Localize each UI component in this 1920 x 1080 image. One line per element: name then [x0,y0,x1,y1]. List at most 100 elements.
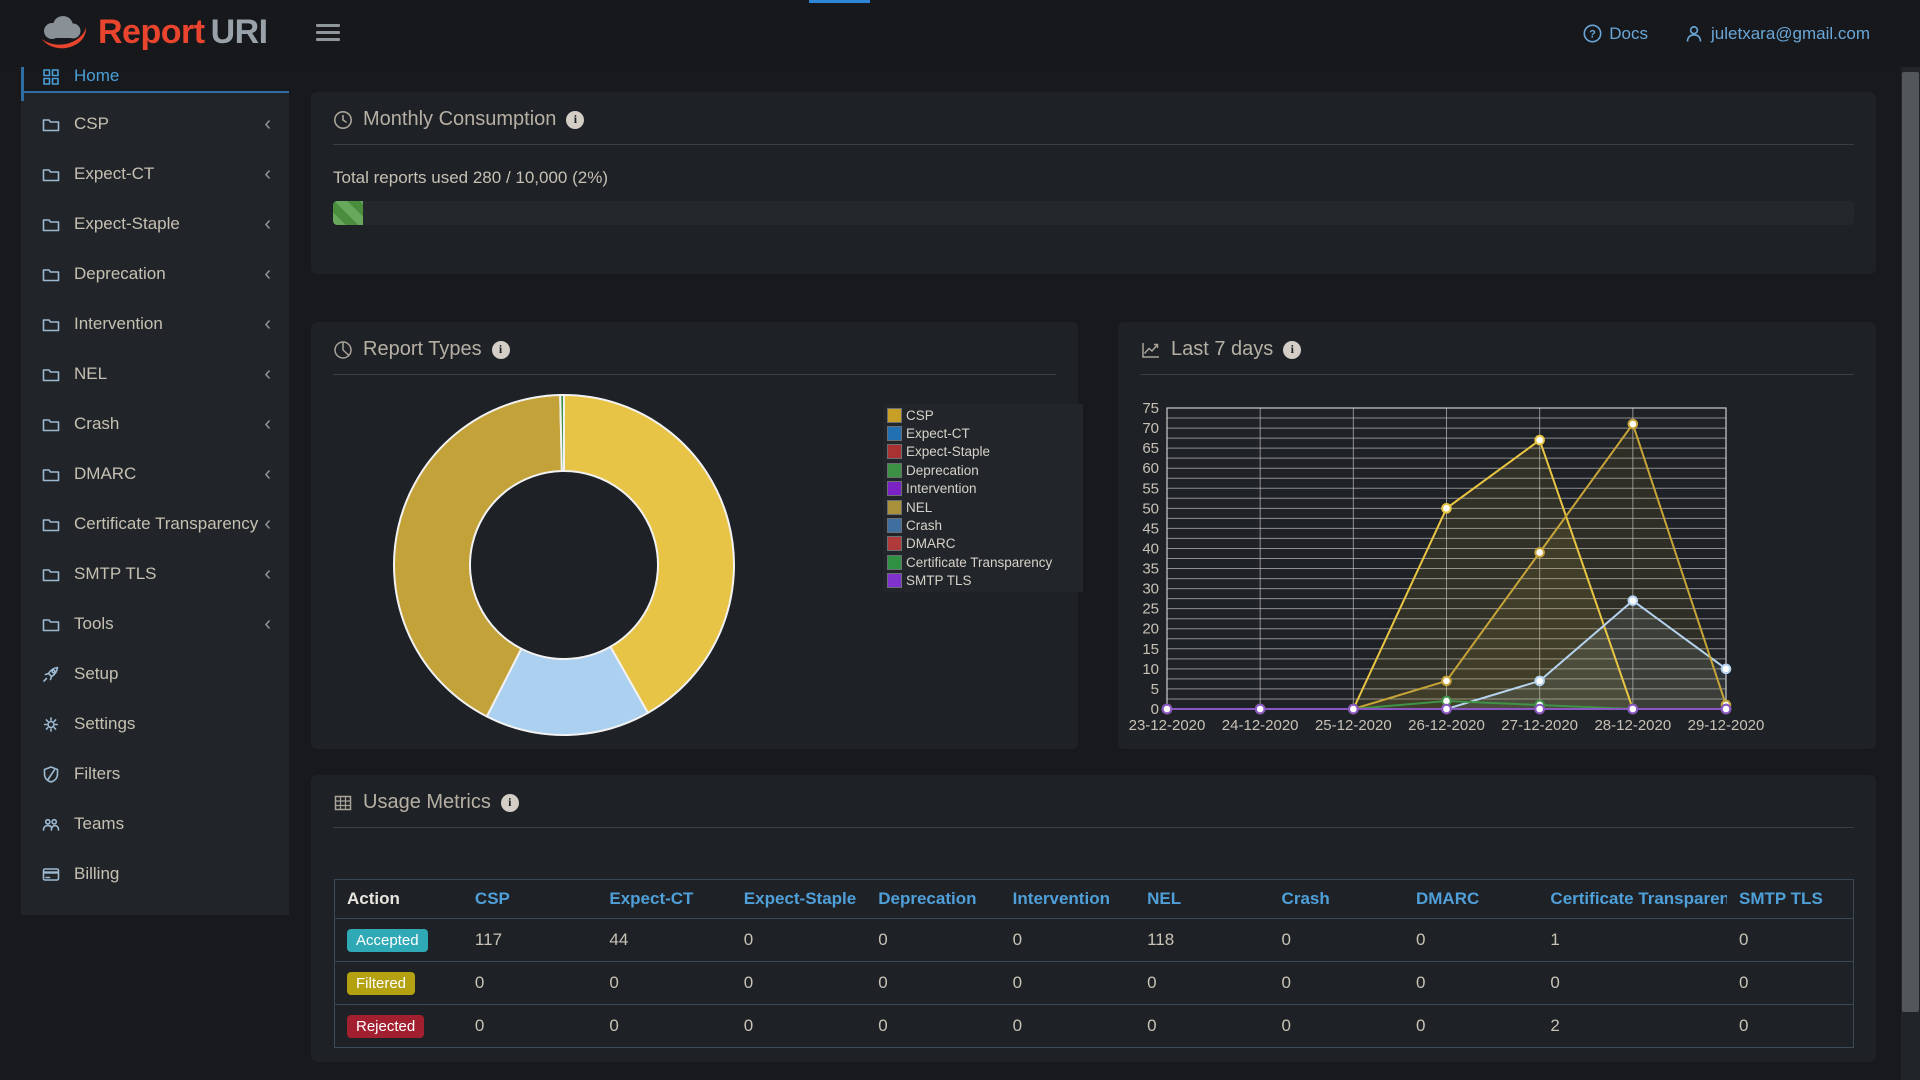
scrollbar-thumb[interactable] [1902,72,1919,1012]
legend-item-expect-ct[interactable]: Expect-CT [887,424,1083,442]
info-icon[interactable]: i [566,111,584,129]
metric-value: 0 [866,1005,1000,1048]
metric-value: 0 [866,962,1000,1005]
table-row-rejected: Rejected0000000020 [335,1005,1854,1048]
sidebar-item-teams[interactable]: Teams [21,799,289,849]
usage-progress-bar [333,201,1854,225]
legend-item-intervention[interactable]: Intervention [887,480,1083,498]
table-row-filtered: Filtered0000000000 [335,962,1854,1005]
active-item-accent [21,67,24,101]
person-icon [1684,24,1704,44]
legend-item-expect-staple[interactable]: Expect-Staple [887,443,1083,461]
report-uri-logo[interactable]: ReportURI [38,13,268,52]
column-header-action[interactable]: Action [335,880,463,919]
sidebar-item-smtp-tls[interactable]: SMTP TLS‹ [21,549,289,599]
sidebar-item-intervention[interactable]: Intervention‹ [21,299,289,349]
sidebar-item-home[interactable]: Home [21,67,289,93]
column-header-nel[interactable]: NEL [1135,880,1269,919]
column-header-expect-staple[interactable]: Expect-Staple [732,880,866,919]
usage-summary-text: Total reports used 280 / 10,000 (2%) [311,145,1876,188]
chevron-left-icon: ‹ [264,364,289,384]
table-header-row: ActionCSPExpect-CTExpect-StapleDeprecati… [335,880,1854,919]
sidebar-item-billing[interactable]: Billing [21,849,289,899]
svg-text:65: 65 [1142,440,1159,457]
grid-icon [41,67,61,86]
metric-value: 0 [1727,919,1853,962]
data-point-nel [1442,677,1451,686]
rocket-icon [41,665,61,684]
info-icon[interactable]: i [1283,341,1301,359]
sidebar-item-label: Billing [74,864,119,884]
sidebar-item-expect-staple[interactable]: Expect-Staple‹ [21,199,289,249]
sidebar-item-deprecation[interactable]: Deprecation‹ [21,249,289,299]
legend-label: CSP [906,408,934,423]
folder-icon [41,565,61,584]
usage-metrics-header: Usage Metrics i [311,775,1876,814]
metric-value: 2 [1538,1005,1727,1048]
sidebar-item-dmarc[interactable]: DMARC‹ [21,449,289,499]
sidebar-item-settings[interactable]: Settings [21,699,289,749]
sidebar-item-csp[interactable]: CSP‹ [21,99,289,149]
column-header-expect-ct[interactable]: Expect-CT [597,880,731,919]
column-header-intervention[interactable]: Intervention [1001,880,1135,919]
sidebar-item-label: Crash [74,414,119,434]
column-header-csp[interactable]: CSP [463,880,597,919]
column-header-crash[interactable]: Crash [1270,880,1404,919]
metric-value: 0 [1727,1005,1853,1048]
docs-link[interactable]: ? Docs [1583,24,1648,44]
divider [333,374,1056,375]
column-header-deprecation[interactable]: Deprecation [866,880,1000,919]
metric-value: 0 [1135,962,1269,1005]
sidebar-item-label: Deprecation [74,264,166,284]
data-point-nel [1629,420,1638,429]
metric-value: 0 [597,1005,731,1048]
users-icon [41,815,61,834]
sidebar-item-crash[interactable]: Crash‹ [21,399,289,449]
sidebar-item-label: Certificate Transparency [74,514,258,534]
accepted-badge: Accepted [347,929,428,952]
svg-text:40: 40 [1142,540,1159,557]
sidebar-item-certificate-transparency[interactable]: Certificate Transparency‹ [21,499,289,549]
sidebar-item-nel[interactable]: NEL ‹ [21,349,289,399]
legend-swatch [887,481,902,496]
legend-item-deprecation[interactable]: Deprecation [887,461,1083,479]
legend-swatch [887,518,902,533]
sidebar-item-tools[interactable]: Tools‹ [21,599,289,649]
svg-text:45: 45 [1142,520,1159,537]
svg-text:70: 70 [1142,420,1159,437]
gear-icon [41,715,61,734]
sidebar-item-expect-ct[interactable]: Expect-CT‹ [21,149,289,199]
svg-text:15: 15 [1142,641,1159,658]
divider [333,827,1854,828]
chevron-left-icon: ‹ [264,164,289,184]
hamburger-menu-button[interactable] [316,24,340,45]
sidebar-item-setup[interactable]: Setup [21,649,289,699]
user-account-menu[interactable]: juletxara@gmail.com [1684,24,1870,44]
folder-icon [41,515,61,534]
info-icon[interactable]: i [501,794,519,812]
sidebar-item-label: NEL [74,364,107,384]
svg-text:25: 25 [1142,601,1159,618]
column-header-smtp-tls[interactable]: SMTP TLS [1727,880,1853,919]
legend-item-certificate-transparency[interactable]: Certificate Transparency [887,553,1083,571]
legend-swatch [887,426,902,441]
legend-item-crash[interactable]: Crash [887,516,1083,534]
table-row-accepted: Accepted117440001180010 [335,919,1854,962]
donut-segment-certificate-transparency [560,395,564,471]
legend-item-smtp-tls[interactable]: SMTP TLS [887,572,1083,590]
brand-report: Report [98,13,205,51]
column-header-certificate-transparency[interactable]: Certificate Transparency [1538,880,1727,919]
sidebar-item-filters[interactable]: Filters [21,749,289,799]
sidebar-item-label: Intervention [74,314,163,334]
legend-item-dmarc[interactable]: DMARC [887,535,1083,553]
page-scrollbar[interactable] [1901,67,1920,1080]
legend-swatch [887,536,902,551]
legend-item-csp[interactable]: CSP [887,406,1083,424]
legend-item-nel[interactable]: NEL [887,498,1083,516]
chevron-left-icon: ‹ [264,614,289,634]
info-icon[interactable]: i [492,341,510,359]
folder-icon [41,165,61,184]
legend-label: Certificate Transparency [906,555,1052,570]
top-navbar: ReportURI ? Docs juletxara@gmail.com [0,0,1920,67]
column-header-dmarc[interactable]: DMARC [1404,880,1538,919]
